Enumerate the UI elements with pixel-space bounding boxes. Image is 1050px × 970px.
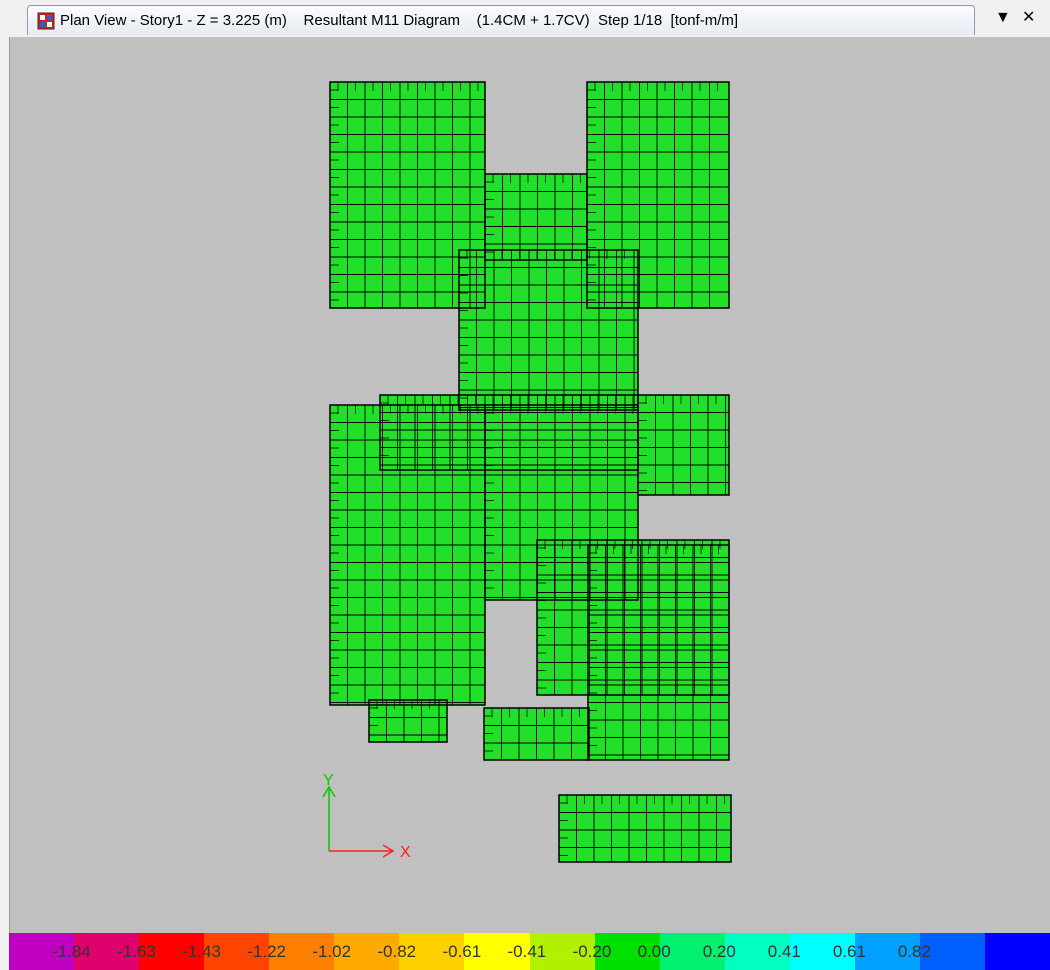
window-title: Plan View - Story1 - Z = 3.225 (m) Resul… xyxy=(60,12,739,29)
legend-value-label: 0.61 xyxy=(832,942,866,961)
legend-value-label: -0.41 xyxy=(507,942,547,961)
x-axis-label: X xyxy=(400,844,411,861)
legend-value-label: -1.02 xyxy=(312,942,352,961)
legend-value-label: -0.82 xyxy=(377,942,417,961)
axis-indicator: Y X xyxy=(322,772,411,861)
legend-value-label: 0.20 xyxy=(702,942,736,961)
legend-value-label: -1.43 xyxy=(182,942,221,961)
close-icon[interactable]: ✕ xyxy=(1022,6,1035,30)
document-tab-bar: Plan View - Story1 - Z = 3.225 (m) Resul… xyxy=(0,0,1050,37)
legend-value-label: -1.84 xyxy=(52,942,91,961)
window-menu-dropdown-icon[interactable]: ▼ xyxy=(995,6,1011,30)
slab-panel[interactable] xyxy=(559,795,731,862)
legend-value-label: -0.20 xyxy=(572,942,612,961)
legend-value-label: 0.82 xyxy=(897,942,931,961)
slab-panel[interactable] xyxy=(459,250,638,410)
legend-value-label: 0.00 xyxy=(637,942,671,961)
slab-panel[interactable] xyxy=(485,174,587,260)
plan-view-tab[interactable]: Plan View - Story1 - Z = 3.225 (m) Resul… xyxy=(27,5,975,35)
legend-value-label: -1.22 xyxy=(247,942,286,961)
slab-panel[interactable] xyxy=(369,700,447,742)
color-scale-legend: -1.84 -1.63 -1.43 -1.22 -1.02 -0.82 -0.61 -0.41… xyxy=(9,933,1050,970)
y-axis-label: Y xyxy=(323,772,334,789)
slab-panels xyxy=(330,82,731,862)
slab-contour-plot[interactable]: Y X xyxy=(10,37,1050,933)
legend-value-label: -1.63 xyxy=(117,942,156,961)
legend-value-label: 0.41 xyxy=(767,942,801,961)
legend-value-label: -0.61 xyxy=(442,942,482,961)
plan-view-canvas[interactable]: Y X xyxy=(9,37,1050,933)
legend-swatch xyxy=(984,933,1050,970)
slab-panel[interactable] xyxy=(638,395,729,495)
slab-panel[interactable] xyxy=(588,545,729,760)
model-window-icon xyxy=(37,12,55,30)
